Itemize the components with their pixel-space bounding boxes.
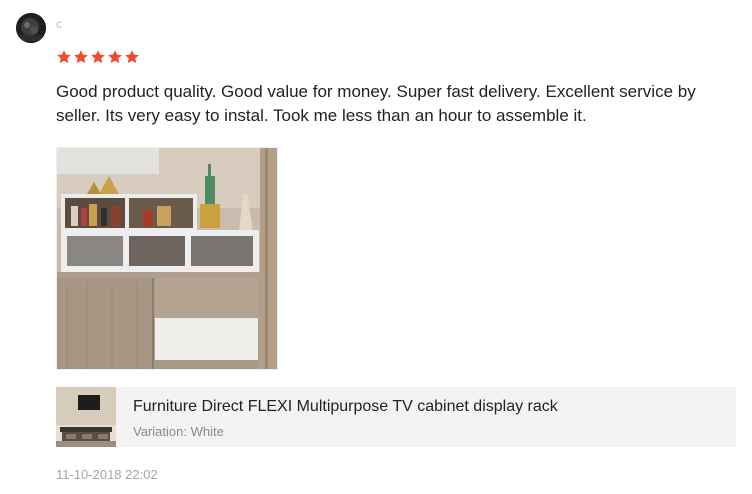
reviewer-name: c bbox=[56, 17, 62, 31]
star-icon bbox=[74, 50, 88, 64]
rating-stars bbox=[56, 49, 140, 65]
star-icon bbox=[91, 50, 105, 64]
product-name[interactable]: Furniture Direct FLEXI Multipurpose TV c… bbox=[133, 398, 558, 416]
product-thumbnail[interactable] bbox=[56, 387, 116, 447]
star-icon bbox=[125, 50, 139, 64]
star-icon bbox=[57, 50, 71, 64]
star-icon bbox=[108, 50, 122, 64]
product-variation: Variation: White bbox=[133, 424, 224, 439]
review-photo[interactable] bbox=[56, 147, 278, 370]
review-text: Good product quality. Good value for mon… bbox=[56, 82, 696, 125]
review-timestamp: 11-10-2018 22:02 bbox=[56, 467, 158, 482]
reviewer-avatar[interactable] bbox=[16, 13, 46, 43]
product-card[interactable]: Furniture Direct FLEXI Multipurpose TV c… bbox=[56, 387, 736, 447]
